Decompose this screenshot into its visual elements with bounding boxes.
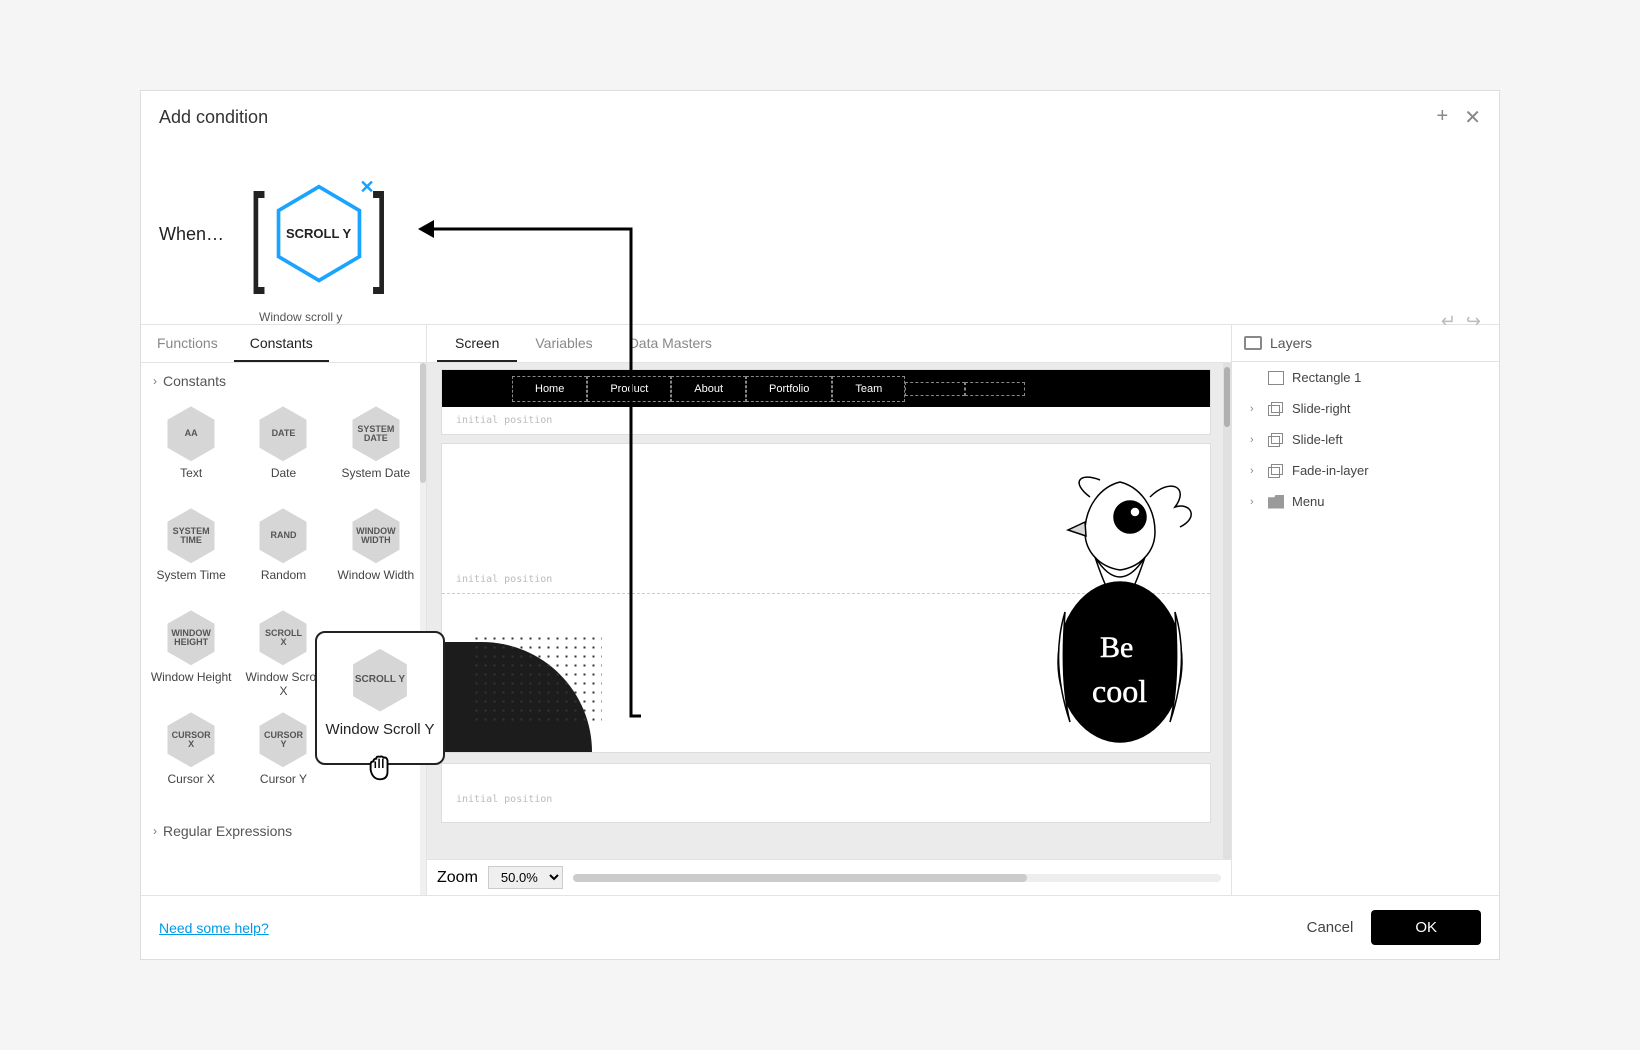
menu-portfolio[interactable]: Portfolio [746,376,832,402]
layer-slide-right[interactable]: ›Slide-right [1232,393,1499,424]
layers-list: Rectangle 1›Slide-right›Slide-left›Fade-… [1232,362,1499,517]
constant-chip-window-width[interactable]: WINDOWWIDTH Window Width [332,501,420,601]
stack-icon [1268,464,1284,478]
section-regex[interactable]: › Regular Expressions [141,813,426,849]
constant-chip-random[interactable]: RAND Random [239,501,327,601]
scroll-y-chip[interactable]: SCROLL Y ✕ [273,183,365,285]
layer-menu[interactable]: ›Menu [1232,486,1499,517]
constant-chip-system-time[interactable]: SYSTEMTIME System Time [147,501,235,601]
undo-redo: ↵ ↪ [1441,311,1481,332]
canvas-scrollbar[interactable] [1223,363,1231,859]
stack-icon [1268,433,1284,447]
chip-remove-icon[interactable]: ✕ [360,177,375,198]
layer-slide-left[interactable]: ›Slide-left [1232,424,1499,455]
left-scrollbar[interactable] [420,363,426,895]
layer-fade-in-layer[interactable]: ›Fade-in-layer [1232,455,1499,486]
titlebar: Add condition + ✕ [141,91,1499,144]
add-icon[interactable]: + [1437,105,1449,130]
constant-chip-window-height[interactable]: WINDOWHEIGHT Window Height [147,603,235,703]
redo-icon[interactable]: ↪ [1466,311,1481,332]
chevron-right-icon: › [1250,403,1260,415]
svg-text:Be: Be [1100,631,1133,664]
right-panel: Layers Rectangle 1›Slide-right›Slide-lef… [1231,325,1499,895]
menu-about[interactable]: About [671,376,746,402]
when-label: When… [159,224,224,245]
center-tabs: Screen Variables Data Masters [427,325,1231,363]
menu-product[interactable]: Product [587,376,671,402]
rect-icon [1268,371,1284,385]
menu-home[interactable]: Home [512,376,587,402]
close-icon[interactable]: ✕ [1464,105,1481,130]
add-condition-dialog: Add condition + ✕ When… [ SCROLL Y ✕ ] W… [140,90,1500,960]
svg-text:cool: cool [1092,673,1147,709]
left-panel: Functions Constants › Constants AA Text … [141,325,427,895]
artboard-hero[interactable]: initial position [441,443,1211,753]
titlebar-actions: + ✕ [1437,105,1481,130]
dialog-title: Add condition [159,107,268,128]
chevron-right-icon: › [1250,465,1260,477]
constant-chip-date[interactable]: DATE Date [239,399,327,499]
expression-slot[interactable]: [ SCROLL Y ✕ ] [242,179,395,289]
folder-icon [1268,495,1284,509]
zoom-label: Zoom [437,869,478,887]
help-link[interactable]: Need some help? [159,920,269,936]
constant-chip-text[interactable]: AA Text [147,399,235,499]
constant-chip-system-date[interactable]: SYSTEMDATE System Date [332,399,420,499]
drag-preview-label: Window Scroll Y [326,721,435,739]
section-constants[interactable]: › Constants [141,363,426,399]
zoom-bar: Zoom 50.0% [427,859,1231,895]
center-panel: Screen Variables Data Masters Home Produ… [427,325,1231,895]
dot-pattern [472,634,602,724]
left-tabs: Functions Constants [141,325,426,363]
tab-constants[interactable]: Constants [234,325,329,362]
zoom-scrollbar[interactable] [573,874,1221,882]
constant-chip-cursor-x[interactable]: CURSORX Cursor X [147,705,235,805]
chevron-right-icon: › [153,824,157,838]
menu-empty-1[interactable] [905,382,965,396]
artboard-3[interactable]: initial position [441,763,1211,823]
canvas[interactable]: Home Product About Portfolio Team initia… [427,363,1231,859]
chip-label: SCROLL Y [286,227,351,241]
menu-team[interactable]: Team [832,376,905,402]
menu-empty-2[interactable] [965,382,1025,396]
cancel-button[interactable]: Cancel [1307,919,1354,936]
tab-functions[interactable]: Functions [141,325,234,362]
tab-variables[interactable]: Variables [517,325,610,362]
placeholder-3: initial position [442,764,1210,813]
stack-icon [1268,402,1284,416]
menubar: Home Product About Portfolio Team [442,370,1210,407]
ok-button[interactable]: OK [1371,910,1481,945]
grab-cursor-icon [365,753,395,783]
bracket-left-icon: [ [250,179,265,289]
footer: Need some help? Cancel OK [141,895,1499,959]
chevron-right-icon: › [1250,496,1260,508]
dialog-body: Functions Constants › Constants AA Text … [141,324,1499,895]
layer-rectangle-1[interactable]: Rectangle 1 [1232,362,1499,393]
tab-data-masters[interactable]: Data Masters [611,325,730,362]
artboard-menu[interactable]: Home Product About Portfolio Team initia… [441,369,1211,435]
expression-area: When… [ SCROLL Y ✕ ] Window scroll y [141,144,1499,324]
placeholder-1: initial position [442,407,1210,434]
bird-illustration: Be cool [1030,462,1210,752]
chevron-right-icon: › [153,374,157,388]
chip-sublabel: Window scroll y [259,310,342,324]
chevron-right-icon: › [1250,434,1260,446]
screen-icon [1244,336,1262,350]
undo-icon[interactable]: ↵ [1441,311,1456,332]
zoom-select[interactable]: 50.0% [488,866,563,889]
tab-screen[interactable]: Screen [437,325,517,362]
drag-preview-scroll-y: SCROLL Y Window Scroll Y [315,631,445,765]
